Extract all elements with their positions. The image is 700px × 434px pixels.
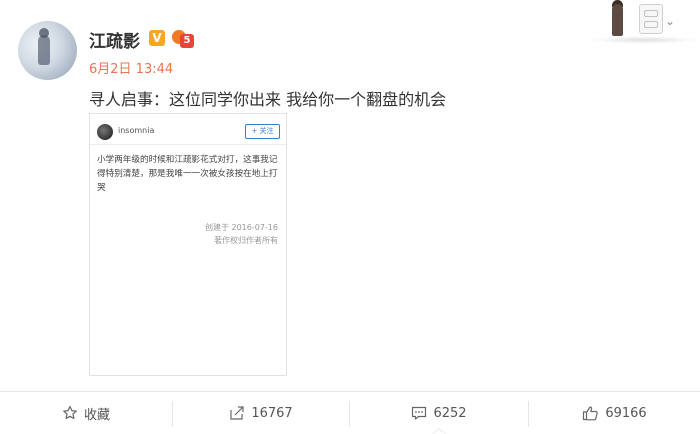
- comment-caret: [432, 428, 446, 434]
- action-bar: 收藏 16767 6252 69166: [0, 391, 700, 434]
- like-count: 69166: [605, 405, 647, 421]
- author-avatar[interactable]: [18, 21, 77, 80]
- card-author-name: insomnia: [118, 126, 155, 135]
- level-number: 5: [180, 34, 194, 48]
- chevron-down-icon[interactable]: ⌄: [665, 14, 675, 28]
- repost-icon: [230, 406, 244, 420]
- avatar-figure-body: [38, 35, 50, 65]
- card-text: 小学两年级的时候和江疏影花式对打，这事我记得特别清楚，那是我唯一一次被女孩按在地…: [97, 155, 278, 193]
- comment-icon: [412, 406, 427, 420]
- star-icon: [63, 405, 77, 420]
- comment-count: 6252: [433, 405, 467, 421]
- verified-badge-icon: V: [149, 30, 165, 46]
- card-created-date: 创建于 2016-07-16: [204, 223, 278, 232]
- post-text: 寻人启事：这位同学你出来 我给你一个翻盘的机会: [89, 90, 447, 109]
- repost-button[interactable]: 16767: [173, 392, 349, 434]
- card-avatar: [97, 124, 113, 140]
- embedded-image-card[interactable]: insomnia + 关注 小学两年级的时候和江疏影花式对打，这事我记得特别清楚…: [89, 113, 287, 376]
- author-name[interactable]: 江疏影: [89, 27, 140, 52]
- card-follow-button: + 关注: [245, 124, 280, 139]
- favorite-label: 收藏: [83, 407, 110, 423]
- repost-count: 16767: [251, 405, 293, 421]
- decoration-girl-icon: [612, 4, 623, 36]
- level-badge-icon: 5: [172, 28, 194, 48]
- decoration-shadow: [590, 36, 698, 44]
- card-copyright: 著作权归作者所有: [214, 236, 278, 245]
- decoration-cabinet-icon: [639, 4, 663, 34]
- profile-decoration[interactable]: ⌄: [590, 0, 700, 45]
- like-button[interactable]: 69166: [529, 392, 700, 434]
- favorite-button[interactable]: 收藏: [0, 392, 172, 434]
- card-divider: [90, 144, 286, 145]
- post-date[interactable]: 6月2日 13:44: [89, 58, 173, 77]
- thumbs-up-icon: [583, 406, 599, 421]
